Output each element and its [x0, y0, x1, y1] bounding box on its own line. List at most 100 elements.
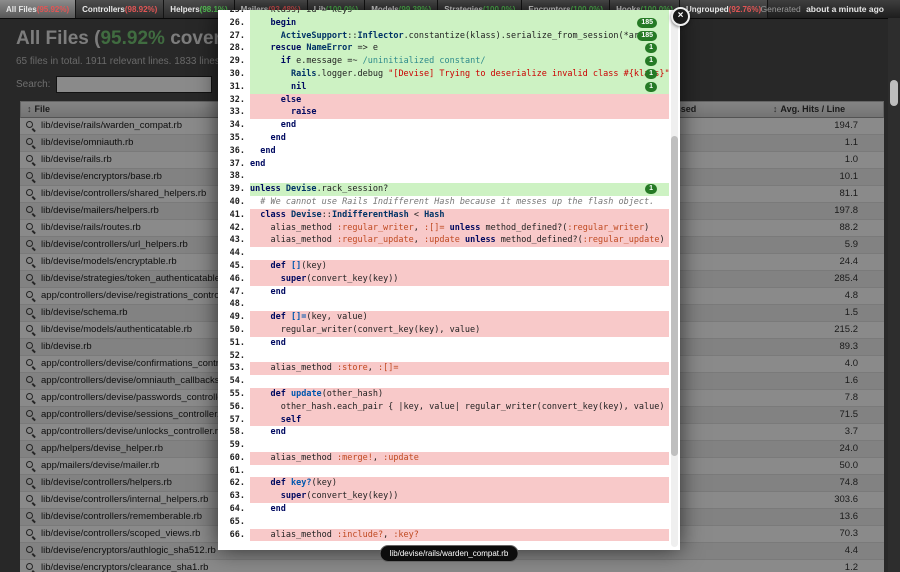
token	[250, 146, 260, 156]
token	[250, 56, 281, 66]
line-source: regular_writer(convert_key(key), value)	[250, 324, 669, 337]
token: nil	[291, 82, 306, 92]
line-number: 51.	[221, 337, 250, 350]
code-line: 35. end	[221, 132, 669, 145]
line-number: 33.	[221, 106, 250, 119]
line-number: 32.	[221, 94, 250, 107]
token: super	[281, 274, 307, 284]
tab-percent: (92.76%)	[729, 5, 761, 14]
code-line: 38.	[221, 170, 669, 183]
tab-all-files[interactable]: All Files (95.92%)	[0, 0, 76, 18]
code-line: 45. def [](key)	[221, 260, 669, 273]
line-source	[250, 375, 669, 388]
generated-time: about a minute ago	[806, 4, 884, 14]
line-number: 48.	[221, 298, 250, 311]
tab-percent: (98.92%)	[125, 5, 157, 14]
token: (convert_key(key))	[306, 491, 398, 501]
token: Hash	[424, 210, 444, 220]
line-source: end	[250, 286, 669, 299]
line-source: begin	[250, 17, 669, 30]
line-source: if e.message =~ /uninitialized constant/	[250, 55, 669, 68]
page-scrollbar[interactable]	[888, 18, 900, 572]
line-source: end	[250, 426, 669, 439]
line-number: 62.	[221, 477, 250, 490]
code-line: 60. alias_method :merge!, :update	[221, 452, 669, 465]
line-source	[250, 298, 669, 311]
token: Rails	[291, 69, 317, 79]
line-number: 55.	[221, 388, 250, 401]
line-source: alias_method :store, :[]=	[250, 362, 669, 375]
line-source: unless Devise.rack_session?	[250, 183, 669, 196]
line-number: 56.	[221, 401, 250, 414]
token: :[]=	[378, 363, 398, 373]
token: .logger.debug	[317, 69, 389, 79]
tab-percent: (95.92%)	[37, 5, 69, 14]
code-line: 58. end	[221, 426, 669, 439]
line-source	[250, 439, 669, 452]
hits-badge: 1	[645, 56, 657, 66]
modal-scrollbar[interactable]	[671, 13, 678, 547]
line-source	[250, 247, 669, 260]
tab-controllers[interactable]: Controllers (98.92%)	[76, 0, 164, 18]
code-line: 47. end	[221, 286, 669, 299]
token: Devise	[286, 184, 317, 194]
code-line: 32. else	[221, 94, 669, 107]
line-source: end	[250, 158, 669, 171]
token	[250, 478, 270, 488]
line-source: end	[250, 132, 669, 145]
token: end	[270, 427, 285, 437]
line-number: 35.	[221, 132, 250, 145]
line-number: 46.	[221, 273, 250, 286]
code-line: 36. end	[221, 145, 669, 158]
page-scrollbar-thumb[interactable]	[890, 80, 898, 106]
line-number: 27.	[221, 30, 250, 43]
hits-badge: 185	[637, 18, 657, 28]
token: :update	[424, 235, 460, 245]
token: IndifferentHash	[332, 210, 409, 220]
token	[250, 338, 270, 348]
close-icon: ×	[678, 10, 684, 21]
line-source	[250, 170, 669, 183]
token: end	[270, 287, 285, 297]
token: []=	[291, 312, 306, 322]
hits-badge: 185	[637, 31, 657, 41]
modal-scrollbar-thumb[interactable]	[671, 136, 678, 456]
code-viewport: 25. klass, id = keys26. begin18527. Acti…	[221, 10, 669, 550]
token	[250, 43, 270, 53]
tab-ungrouped[interactable]: Ungrouped (92.76%)	[680, 0, 768, 18]
token: alias_method	[250, 363, 337, 373]
line-source: alias_method :merge!, :update	[250, 452, 669, 465]
line-number: 63.	[221, 490, 250, 503]
code-line: 39.unless Devise.rack_session?1	[221, 183, 669, 196]
line-source: alias_method :regular_update, :update un…	[250, 234, 669, 247]
code-line: 34. end	[221, 119, 669, 132]
token: ::	[322, 210, 332, 220]
code-line: 54.	[221, 375, 669, 388]
line-number: 28.	[221, 42, 250, 55]
line-number: 47.	[221, 286, 250, 299]
code-line: 37.end	[221, 158, 669, 171]
line-source	[250, 516, 669, 529]
token	[250, 415, 281, 425]
line-number: 65.	[221, 516, 250, 529]
token: end	[260, 146, 275, 156]
token: end	[270, 133, 285, 143]
token: ,	[383, 530, 393, 540]
code-line: 57. self	[221, 414, 669, 427]
token: def	[270, 389, 285, 399]
code-line: 42. alias_method :regular_writer, :[]= u…	[221, 222, 669, 235]
token	[250, 312, 270, 322]
token: raise	[291, 107, 317, 117]
token: ,	[373, 453, 383, 463]
token: :store	[337, 363, 368, 373]
token: (other_hash)	[322, 389, 383, 399]
token: end	[270, 338, 285, 348]
modal-close-button[interactable]: ×	[671, 7, 690, 26]
line-number: 59.	[221, 439, 250, 452]
line-source	[250, 350, 669, 363]
token: unless	[250, 184, 281, 194]
code-line: 51. end	[221, 337, 669, 350]
code-line: 44.	[221, 247, 669, 260]
token: method_defined?(	[480, 223, 567, 233]
token: if	[281, 56, 291, 66]
